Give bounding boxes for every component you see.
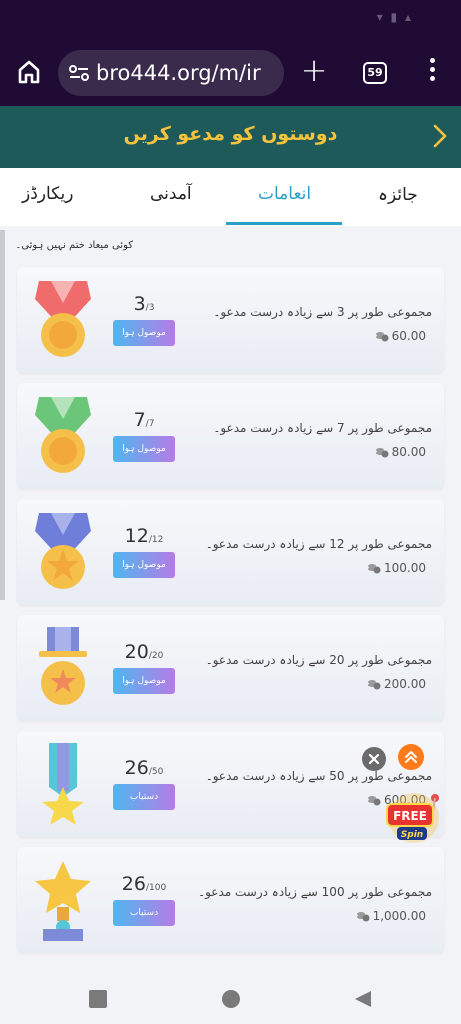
site-settings-icon[interactable] (68, 63, 90, 83)
reward-amount: 200.00 (367, 677, 426, 691)
chevron-right-icon (433, 124, 447, 148)
invite-friends-text: دوستوں کو مدعو کریں (123, 123, 338, 145)
url-text[interactable]: bro444.org/m/ir (96, 61, 280, 85)
menu-dot-icon (429, 67, 435, 72)
available-button[interactable]: دستیاب (113, 784, 175, 810)
reward-amount: 80.00 (375, 445, 426, 459)
reward-amount: 1,000.00 (356, 909, 426, 923)
star-medal-icon (42, 743, 84, 825)
new-tab-button[interactable]: + (299, 54, 329, 86)
status-icons: ▾ ▮ ▴ (376, 10, 413, 24)
tab-switcher-button[interactable]: 59 (363, 62, 387, 84)
progress-counter: 7/7 (133, 409, 155, 431)
home-icon (18, 60, 40, 84)
star-trophy-icon (35, 861, 91, 941)
expiry-note: کوئی میعاد ختم نہیں ہوئی۔ (15, 240, 133, 251)
red-medal-icon (35, 281, 91, 357)
reward-card: 3/3 موصول ہوا مجموعی طور پر 3 سے زیادہ د… (17, 267, 444, 373)
close-promo-button[interactable] (362, 747, 386, 771)
reward-description: مجموعی طور پر 12 سے زیادہ درست مدعو۔ (205, 537, 432, 551)
available-button[interactable]: دستیاب (113, 900, 175, 926)
tab-income[interactable]: آمدنی (150, 184, 192, 204)
reward-card: 20/20 موصول ہوا مجموعی طور پر 20 سے زیاد… (17, 615, 444, 721)
reward-description: مجموعی طور پر 100 سے زیادہ درست مدعو۔ (198, 885, 432, 899)
reward-description: مجموعی طور پر 7 سے زیادہ درست مدعو۔ (213, 421, 432, 435)
menu-dot-icon (429, 58, 435, 63)
browser-toolbar: bro444.org/m/ir + 59 (0, 40, 461, 106)
coin-icon (368, 680, 381, 690)
scrollbar[interactable] (0, 230, 5, 600)
free-label: FREE (393, 809, 427, 823)
progress-counter: 12/12 (124, 525, 164, 547)
tab-rewards[interactable]: انعامات (258, 184, 311, 204)
reward-description: مجموعی طور پر 3 سے زیادہ درست مدعو۔ (213, 305, 432, 319)
coin-icon (375, 448, 389, 458)
status-bar: ▾ ▮ ▴ (0, 0, 461, 40)
double-chevron-up-icon (405, 751, 417, 763)
progress-counter: 3/3 (133, 293, 155, 315)
recents-button[interactable] (89, 990, 107, 1008)
received-button[interactable]: موصول ہوا (113, 436, 175, 462)
received-button[interactable]: موصول ہوا (113, 668, 175, 694)
back-button[interactable] (353, 989, 373, 1009)
reward-card: 12/12 موصول ہوا مجموعی طور پر 12 سے زیاد… (17, 499, 444, 605)
system-navigation-bar (0, 978, 461, 1024)
menu-dot-icon (429, 76, 435, 81)
home-nav-button[interactable] (222, 990, 240, 1008)
progress-counter: 20/20 (124, 641, 164, 663)
tab-overview[interactable]: جائزہ (378, 184, 418, 205)
reward-description: مجموعی طور پر 20 سے زیادہ درست مدعو۔ (205, 653, 432, 667)
free-spin-icon: FREE Spin (386, 793, 439, 843)
reward-card: 7/7 موصول ہوا مجموعی طور پر 7 سے زیادہ د… (17, 383, 444, 489)
coin-icon (356, 912, 370, 922)
spin-label: Spin (401, 830, 423, 840)
purple-medal-icon (39, 627, 87, 705)
active-tab-indicator (226, 222, 342, 225)
coin-icon (368, 796, 381, 806)
received-button[interactable]: موصول ہوا (113, 320, 175, 346)
reward-amount: 100.00 (367, 561, 426, 575)
progress-counter: 26/100 (121, 873, 167, 895)
received-button[interactable]: موصول ہوا (113, 552, 175, 578)
coin-icon (368, 564, 381, 574)
invite-friends-banner[interactable]: دوستوں کو مدعو کریں (0, 106, 461, 168)
green-medal-icon (35, 397, 91, 473)
close-icon (368, 753, 380, 765)
tab-bar: ریکارڈز آمدنی انعامات جائزہ (0, 168, 461, 226)
progress-counter: 26/50 (124, 757, 164, 779)
blue-medal-icon (35, 513, 91, 589)
reward-description: مجموعی طور پر 50 سے زیادہ درست مدعو۔ (205, 769, 432, 783)
free-spin-promo[interactable]: FREE Spin (383, 790, 445, 846)
browser-menu-button[interactable] (424, 58, 440, 88)
coin-icon (375, 332, 389, 342)
rewards-list[interactable]: کوئی میعاد ختم نہیں ہوئی۔ 3/3 موصول ہوا … (0, 226, 461, 978)
scroll-top-button[interactable] (398, 744, 424, 770)
tab-records[interactable]: ریکارڈز (22, 184, 74, 204)
address-bar[interactable]: bro444.org/m/ir (58, 50, 284, 96)
reward-card: 26/100 دستیاب مجموعی طور پر 100 سے زیادہ… (17, 847, 444, 953)
reward-amount: 60.00 (375, 329, 426, 343)
home-button[interactable] (12, 55, 46, 89)
